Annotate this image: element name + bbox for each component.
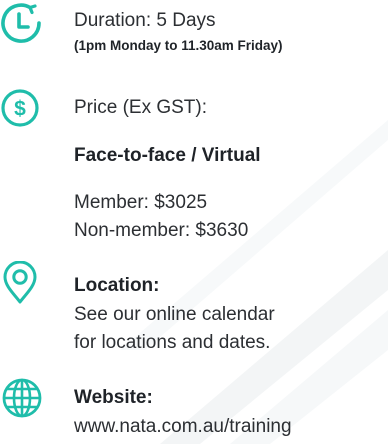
svg-text:$: $ [14,98,26,121]
price-non-member: Non-member: $3630 [74,220,249,241]
duration-label: Duration: 5 Days [74,10,216,31]
website-heading: Website: [74,387,153,408]
location-line-2: for locations and dates. [74,332,271,353]
price-mode: Face-to-face / Virtual [74,145,261,166]
duration-detail: (1pm Monday to 11.30am Friday) [74,38,283,53]
duration-block: Duration: 5 Days (1pm Monday to 11.30am … [74,8,388,55]
website-link[interactable]: www.nata.com.au/training [74,413,388,441]
location-block: Location: See our online calendar for lo… [74,273,388,357]
price-label: Price (Ex GST): [74,97,208,118]
website-block: Website: www.nata.com.au/training [74,385,388,441]
location-line-1: See our online calendar [74,304,275,325]
globe-icon [0,376,44,420]
clock-icon [0,2,44,46]
price-block: Price (Ex GST): Face-to-face / Virtual M… [74,95,388,245]
location-pin-icon [0,261,44,305]
dollar-icon: $ [0,88,44,132]
price-member: Member: $3025 [74,192,208,213]
location-heading: Location: [74,275,160,296]
